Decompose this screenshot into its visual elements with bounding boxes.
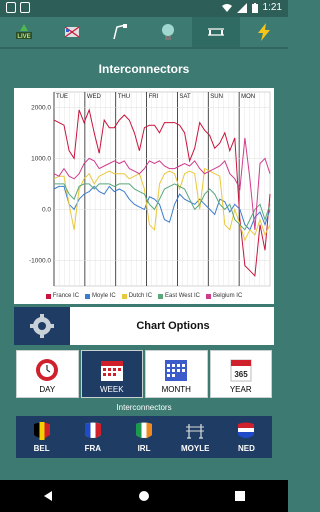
year-badge: 365 <box>234 370 248 379</box>
legend-swatch <box>85 293 91 299</box>
x-tick-label: SAT <box>179 94 191 100</box>
legend-swatch <box>158 293 164 299</box>
wind-icon <box>113 24 127 40</box>
x-tick-label: WED <box>87 94 102 100</box>
ic-irl-button[interactable]: IRL <box>118 416 169 458</box>
interconnector-icon <box>208 28 224 36</box>
year-label: YEAR <box>229 385 252 394</box>
x-tick-label: MON <box>241 94 255 100</box>
week-calendar-icon <box>100 361 123 381</box>
status-time: 1:21 <box>262 2 282 13</box>
gear-panel <box>14 307 72 345</box>
legend-item: Belgium IC <box>205 293 243 299</box>
legend-item: Moyle IC <box>85 293 116 299</box>
home-icon[interactable] <box>138 490 150 502</box>
chart-options-label: Chart Options <box>136 320 210 332</box>
wifi-icon <box>221 3 232 12</box>
week-button[interactable]: WEEK <box>80 350 143 398</box>
year-button[interactable]: 365 YEAR <box>209 350 272 398</box>
y-tick-label: 0.0 <box>42 206 51 213</box>
interconnector-chart: TUE WED THU FRI SAT SUN MON 2000.0 1000.0 0.0 -100… <box>14 88 274 304</box>
month-calendar-icon <box>165 360 188 381</box>
pylon-link-icon <box>186 424 205 439</box>
week-label: WEEK <box>99 385 124 394</box>
ic-ned-label: NED <box>237 444 255 453</box>
pylon-icon <box>64 26 80 38</box>
interconnector-selector: BEL FRA IRL MOYLE NED <box>16 416 272 458</box>
ic-fra-button[interactable]: FRA <box>67 416 118 458</box>
bulb-icon <box>162 24 174 40</box>
ic-bel-label: BEL <box>33 444 50 453</box>
clock-icon <box>36 359 59 381</box>
lightning-icon <box>258 23 270 41</box>
x-tick-label: SUN <box>210 94 223 100</box>
ic-fra-label: FRA <box>84 444 102 453</box>
legend-label: Moyle IC <box>92 293 116 299</box>
tab-prices[interactable] <box>240 17 288 47</box>
recents-icon[interactable] <box>234 490 246 502</box>
status-bar: 1:21 <box>0 0 288 17</box>
tab-demand[interactable] <box>144 17 192 47</box>
day-label: DAY <box>39 385 56 394</box>
year-calendar-icon: 365 <box>230 359 252 382</box>
legend-item: Dutch IC <box>121 293 153 299</box>
live-label: LIVE <box>17 34 30 40</box>
ic-moyle-button[interactable]: MOYLE <box>170 416 221 458</box>
notification-icon-2 <box>20 2 30 13</box>
legend-item: East West IC <box>158 293 200 299</box>
tab-wind[interactable] <box>96 17 144 47</box>
netherlands-flag-icon <box>238 422 255 438</box>
back-icon[interactable] <box>42 490 54 502</box>
chart-canvas: TUE WED THU FRI SAT SUN MON 2000.0 1000.0 0.0 -100… <box>29 91 271 287</box>
live-icon: LIVE <box>16 24 32 40</box>
x-tick-label: FRI <box>149 94 159 100</box>
legend-label: Dutch IC <box>128 293 153 299</box>
ic-moyle-label: MOYLE <box>180 444 210 453</box>
period-selector: DAY WEEK MONTH 365 YEAR <box>16 350 272 398</box>
legend-item: France IC <box>45 293 80 299</box>
x-tick-label: THU <box>118 94 130 100</box>
chart-legend: France IC Moyle IC Dutch IC East West IC Bel… <box>14 293 274 299</box>
gear-icon <box>30 314 54 338</box>
interconnectors-section-label: Interconnectors <box>116 403 172 412</box>
month-label: MONTH <box>161 385 191 394</box>
top-toolbar: LIVE <box>0 17 288 49</box>
x-tick-label: TUE <box>56 94 68 100</box>
day-button[interactable]: DAY <box>16 350 79 398</box>
tab-generation[interactable] <box>48 17 96 47</box>
tab-interconnectors[interactable] <box>192 17 240 47</box>
notification-icon <box>6 2 16 13</box>
legend-label: Belgium IC <box>212 293 243 299</box>
page-title: Interconnectors <box>98 62 190 76</box>
signal-icon <box>236 2 247 13</box>
ic-bel-button[interactable]: BEL <box>16 416 67 458</box>
legend-swatch <box>205 293 211 299</box>
y-tick-label: -1000.0 <box>29 257 51 264</box>
month-button[interactable]: MONTH <box>145 350 208 398</box>
y-tick-label: 1000.0 <box>31 155 51 162</box>
legend-swatch <box>121 293 127 299</box>
ic-irl-label: IRL <box>137 444 151 453</box>
android-nav-bar <box>0 480 288 512</box>
legend-swatch <box>45 293 51 299</box>
legend-label: France IC <box>52 293 80 299</box>
battery-icon <box>251 2 258 13</box>
tab-live[interactable]: LIVE <box>0 17 48 47</box>
legend-label: East West IC <box>165 293 200 299</box>
ireland-flag-icon <box>136 422 152 439</box>
chart-options-button[interactable]: Chart Options <box>14 307 274 345</box>
france-flag-icon <box>84 422 101 439</box>
y-tick-label: 2000.0 <box>31 104 51 111</box>
belgium-flag-icon <box>33 422 50 440</box>
ic-ned-button[interactable]: NED <box>221 416 272 458</box>
